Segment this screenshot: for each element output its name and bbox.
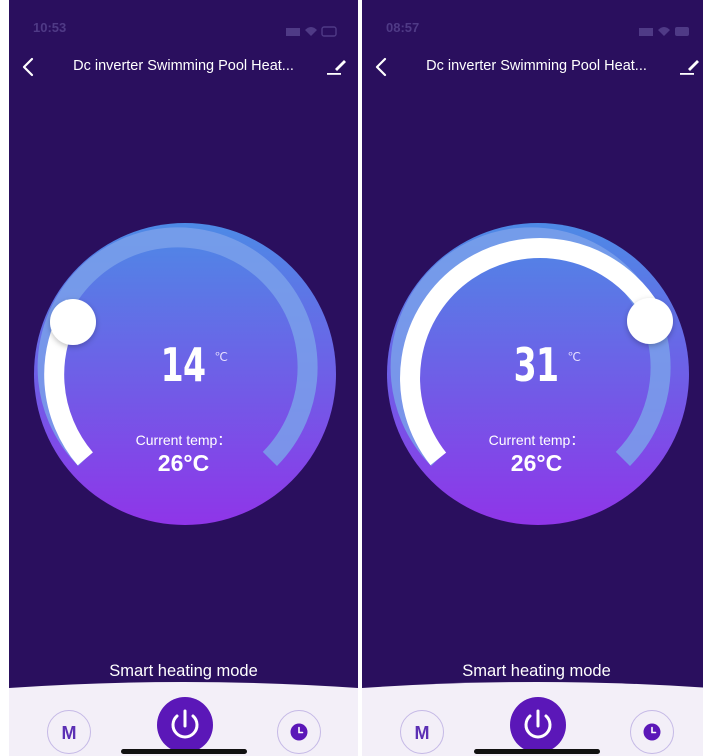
pencil-icon[interactable] xyxy=(326,54,348,76)
mode-label: Smart heating mode xyxy=(109,662,258,680)
mode-label: Smart heating mode xyxy=(462,662,611,680)
page-title: Dc inverter Swimming Pool Heat... xyxy=(73,58,294,74)
clock-icon xyxy=(290,723,308,741)
home-indicator xyxy=(474,749,600,754)
current-temp-label: Current temp： xyxy=(135,432,232,448)
phone-screen-left: 10:53 Dc inverter Swimming Pool Heat... … xyxy=(9,0,358,756)
wifi-icon xyxy=(305,27,317,36)
target-temperature: 14 ℃ xyxy=(9,338,358,398)
current-temp-label: Current temp： xyxy=(488,432,585,448)
timer-button[interactable] xyxy=(277,710,321,754)
target-temp-unit: ℃ xyxy=(567,350,581,364)
current-temp-value: 26°C xyxy=(510,450,563,476)
power-icon xyxy=(524,709,552,739)
mode-button-label: M xyxy=(414,723,430,743)
signal-icon xyxy=(286,28,300,36)
target-temp-unit: ℃ xyxy=(214,350,228,364)
pencil-icon[interactable] xyxy=(679,54,701,76)
target-temp-value: 31 xyxy=(514,338,559,392)
nav-bar: Dc inverter Swimming Pool Heat... xyxy=(362,50,703,82)
page-title: Dc inverter Swimming Pool Heat... xyxy=(426,58,647,74)
current-temp-value: 26°C xyxy=(157,450,210,476)
status-bar: 08:57 xyxy=(362,0,703,36)
nav-bar: Dc inverter Swimming Pool Heat... xyxy=(9,50,358,82)
mode-button-label: M xyxy=(61,723,77,743)
power-button[interactable] xyxy=(157,697,213,753)
phone-screen-right: 08:57 Dc inverter Swimming Pool Heat... … xyxy=(362,0,703,756)
status-icons xyxy=(286,26,337,37)
status-time: 08:57 xyxy=(386,20,420,35)
battery-icon xyxy=(675,27,689,36)
status-bar: 10:53 xyxy=(9,0,358,37)
power-icon xyxy=(171,709,199,739)
status-time: 10:53 xyxy=(33,20,67,35)
home-indicator xyxy=(121,749,247,754)
target-temp-value: 14 xyxy=(161,338,206,392)
power-button[interactable] xyxy=(510,697,566,753)
mode-button[interactable]: M xyxy=(47,710,91,754)
clock-icon xyxy=(643,723,661,741)
timer-button[interactable] xyxy=(630,710,674,754)
signal-icon xyxy=(639,28,653,36)
mode-button[interactable]: M xyxy=(400,710,444,754)
battery-icon xyxy=(321,26,337,37)
status-icons xyxy=(639,27,689,36)
target-temperature: 31 ℃ xyxy=(362,338,703,398)
wifi-icon xyxy=(658,27,670,36)
